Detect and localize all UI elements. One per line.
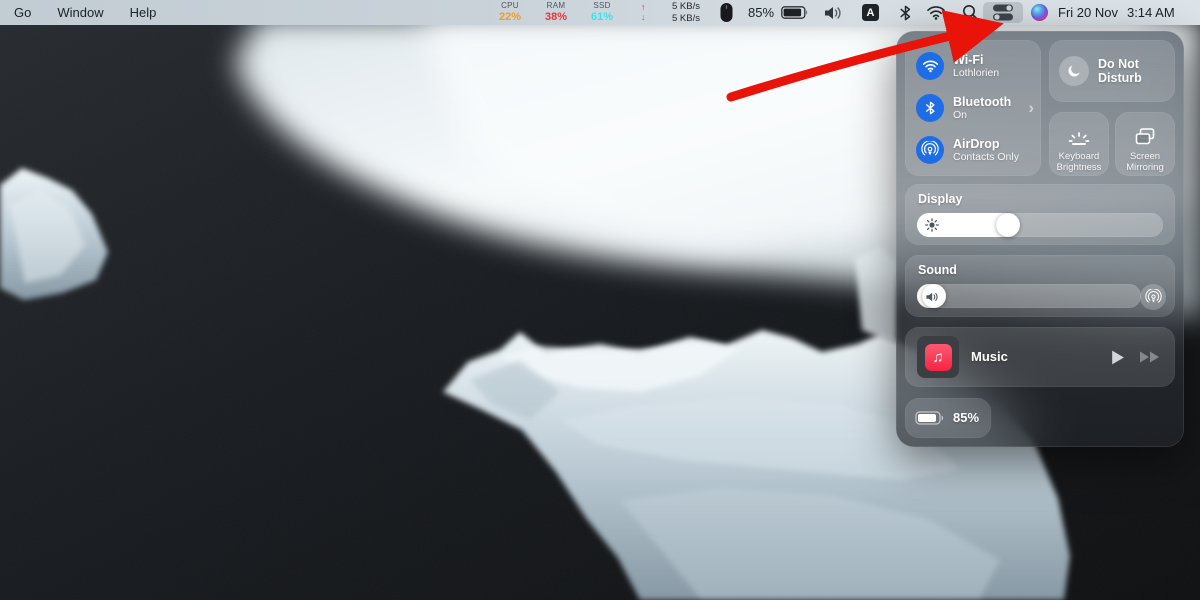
chevron-right-icon[interactable]: › (1028, 98, 1034, 118)
moon-icon (1059, 56, 1089, 86)
battery-menu-item[interactable] (781, 0, 809, 25)
wifi-title: Wi-Fi (953, 53, 999, 67)
do-not-disturb-card[interactable]: Do Not Disturb (1049, 40, 1175, 102)
bluetooth-status: On (953, 109, 1011, 122)
siri-menu-item[interactable] (1031, 0, 1048, 25)
keyboard-brightness-icon (1066, 118, 1092, 148)
input-source-menu-item[interactable]: A (862, 0, 879, 25)
fast-forward-button[interactable] (1139, 350, 1161, 364)
sound-label: Sound (918, 263, 957, 277)
download-arrow-icon: ↓ (641, 13, 646, 22)
airplay-audio-button[interactable] (1140, 284, 1166, 310)
speaker-icon (925, 290, 940, 308)
upload-arrow-icon: ↑ (641, 3, 646, 12)
control-center-icon (992, 3, 1014, 22)
dnd-label: Do Not Disturb (1098, 57, 1166, 86)
upload-speed: 5 KB/s (672, 2, 700, 12)
brightness-sun-icon (925, 218, 939, 237)
system-stats[interactable]: CPU 22% RAM 38% SSD 61% (493, 0, 619, 25)
battery-percent-text: 85% (748, 0, 774, 25)
battery-icon (781, 6, 809, 19)
keyboard-brightness-card[interactable]: Keyboard Brightness (1049, 112, 1109, 176)
music-title: Music (971, 350, 1008, 365)
airdrop-title: AirDrop (953, 137, 1019, 151)
volume-icon (823, 5, 844, 21)
wifi-toggle[interactable]: Wi-Fi Lothlorien (905, 44, 1041, 88)
spotlight-menu-item[interactable] (962, 0, 979, 25)
battery-card[interactable]: 85% (905, 398, 991, 438)
menu-help[interactable]: Help (130, 5, 157, 20)
menu-go[interactable]: Go (14, 5, 31, 20)
siri-icon (1031, 4, 1048, 21)
wifi-menu-item[interactable] (926, 0, 946, 25)
menu-window[interactable]: Window (57, 5, 103, 20)
ssd-stat: SSD 61% (585, 2, 619, 23)
menu-bar: Go Window Help CPU 22% RAM 38% SSD 61% ↑… (0, 0, 1200, 25)
input-source-badge: A (862, 4, 879, 21)
airplay-audio-icon (1145, 289, 1162, 306)
music-card: ♫ Music (905, 327, 1175, 387)
ram-stat: RAM 38% (539, 2, 573, 23)
album-art: ♫ (917, 336, 959, 378)
airdrop-icon (921, 141, 939, 159)
volume-menu-item[interactable] (823, 0, 844, 25)
clock-time: 3:14 AM (1127, 5, 1175, 20)
download-speed: 5 KB/s (672, 14, 700, 24)
airdrop-toggle[interactable]: AirDrop Contacts Only (905, 128, 1041, 172)
airdrop-mode: Contacts Only (953, 151, 1019, 164)
bluetooth-title: Bluetooth (953, 95, 1011, 109)
keyboard-brightness-label: Keyboard Brightness (1049, 151, 1109, 174)
mouse-status-item[interactable] (719, 0, 734, 25)
control-center-menu-item[interactable] (983, 2, 1023, 23)
display-label: Display (918, 192, 962, 206)
screen-mirroring-card[interactable]: Screen Mirroring (1115, 112, 1175, 176)
airdrop-toggle-circle[interactable] (916, 136, 944, 164)
sound-card: Sound (905, 255, 1175, 317)
display-card: Display (905, 184, 1175, 245)
network-speeds[interactable]: 5 KB/s 5 KB/s (656, 0, 700, 25)
wifi-icon (922, 59, 939, 73)
display-brightness-slider[interactable] (917, 213, 1163, 237)
wifi-icon (926, 5, 946, 20)
mouse-icon (719, 2, 734, 23)
screen-mirroring-icon (1133, 118, 1157, 148)
sound-volume-slider[interactable] (917, 284, 1141, 308)
network-arrows: ↑ ↓ (641, 0, 646, 25)
menu-bar-clock[interactable]: Fri 20 Nov 3:14 AM (1058, 0, 1175, 25)
display-slider-knob[interactable] (996, 213, 1020, 237)
play-button[interactable] (1109, 349, 1126, 366)
wifi-toggle-circle[interactable] (916, 52, 944, 80)
connectivity-card: Wi-Fi Lothlorien Bluetooth On › (905, 40, 1041, 176)
control-center-panel: Wi-Fi Lothlorien Bluetooth On › (896, 31, 1184, 447)
desktop: Go Window Help CPU 22% RAM 38% SSD 61% ↑… (0, 0, 1200, 600)
clock-date: Fri 20 Nov (1058, 5, 1118, 20)
battery-percent-label: 85% (953, 411, 979, 426)
music-app-icon: ♫ (925, 344, 952, 371)
screen-mirroring-label: Screen Mirroring (1115, 151, 1175, 174)
menu-bar-menus: Go Window Help (14, 0, 156, 25)
search-icon (962, 4, 979, 21)
bluetooth-icon (924, 100, 937, 116)
bluetooth-menu-item[interactable] (898, 0, 913, 25)
bluetooth-icon (898, 4, 913, 22)
wifi-network-name: Lothlorien (953, 67, 999, 80)
bluetooth-toggle-circle[interactable] (916, 94, 944, 122)
battery-icon (915, 411, 945, 425)
cpu-stat: CPU 22% (493, 2, 527, 23)
bluetooth-toggle[interactable]: Bluetooth On › (905, 86, 1041, 130)
